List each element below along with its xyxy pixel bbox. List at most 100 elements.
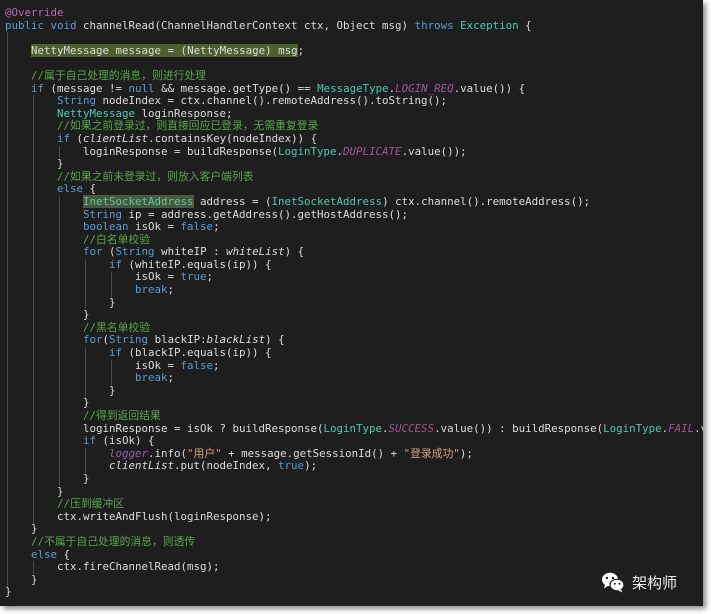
highlighted-token: NettyMessage <box>187 43 266 57</box>
keyword-token: throws <box>414 18 454 32</box>
code-token: ) ctx.channel().remoteAddress(); <box>382 194 591 208</box>
field-token: clientList <box>83 131 149 145</box>
code-line: ctx.writeAndFlush(loginResponse); <box>5 509 703 524</box>
keyword-token: String <box>83 207 123 221</box>
code-token: loginResponse = buildResponse( <box>5 144 279 158</box>
comment-token: //属于自己处理的消息，则进行处理 <box>31 68 206 82</box>
highlighted-type-token: InetSocketAddress <box>83 194 194 208</box>
code-token: .value()) : buildResponse( <box>434 421 604 435</box>
type-token: NettyMessage <box>57 106 136 120</box>
constant-token: FAIL <box>668 421 695 435</box>
code-token: .value()); <box>401 144 467 158</box>
code-token: ctx.writeAndFlush(loginResponse); <box>5 509 272 523</box>
code-token: (isOk) { <box>96 434 155 448</box>
code-token: .put(nodeIndex, <box>174 459 279 473</box>
keyword-token: void <box>50 18 77 32</box>
comment-token: //黑名单校验 <box>83 320 151 334</box>
code-token: (blackIP.equals(ip)) { <box>122 346 272 360</box>
field-token: blackList <box>206 333 266 347</box>
code-token: .info( <box>148 446 188 460</box>
code-line: } <box>5 586 703 599</box>
keyword-token: String <box>57 94 97 108</box>
code-token: } <box>5 585 12 599</box>
code-line: } <box>5 384 703 398</box>
code-line: } <box>5 471 703 486</box>
keyword-token: for <box>83 245 103 259</box>
type-token: LoginType <box>603 421 662 435</box>
code-token: whiteIP : <box>154 245 227 259</box>
code-token: ctx.fireChannelRead(msg); <box>5 560 220 574</box>
keyword-token: false <box>180 358 214 372</box>
keyword-token: if <box>109 346 123 360</box>
keyword-token: else <box>31 547 58 561</box>
keyword-token: if <box>57 131 71 145</box>
comment-token: //压到缓冲区 <box>57 497 125 511</box>
code-token: address = ( <box>193 194 272 208</box>
code-line: public void channelRead(ChannelHandlerCo… <box>5 18 703 33</box>
field-token: clientList <box>109 459 175 473</box>
keyword-token: break <box>135 371 168 385</box>
type-token: MessageType <box>317 81 389 95</box>
code-token: { <box>83 182 97 196</box>
code-token: ( <box>70 131 84 145</box>
code-token: { <box>57 547 71 561</box>
code-token: loginResponse; <box>135 106 233 120</box>
code-token: .value()) { <box>453 81 526 95</box>
code-token: blackIP: <box>148 333 207 347</box>
comment-token: //不属于自己处理的消息，则透传 <box>31 534 196 548</box>
constant-token: SUCCESS <box>388 421 435 435</box>
code-token: ; <box>213 358 220 372</box>
code-token: { <box>518 18 532 32</box>
code-token: isOk = <box>5 270 181 284</box>
code-token: channelRead(ChannelHandlerContext ctx, O… <box>76 18 415 32</box>
comment-token: //白名单校验 <box>83 232 151 246</box>
code-line: NettyMessage message = (NettyMessage) ms… <box>5 43 703 58</box>
code-token: ) { <box>265 333 285 347</box>
code-token: ip = address.getAddress().getHostAddress… <box>122 207 409 221</box>
code-line: clientList.put(nodeIndex, true); <box>5 460 703 473</box>
string-token: "登录成功" <box>403 446 460 460</box>
type-token: LoginType <box>323 421 383 435</box>
code-token: (whiteIP.equals(ip)) { <box>122 257 272 271</box>
keyword-token: true <box>180 270 207 284</box>
code-token: ); <box>459 446 473 460</box>
logger-token: logger <box>109 446 149 460</box>
keyword-token: if <box>109 257 123 271</box>
code-token: loginResponse = isOk ? buildResponse( <box>5 421 324 435</box>
code-token: ( <box>102 245 116 259</box>
highlighted-token: message = <box>109 43 181 57</box>
constant-token: DUPLICATE <box>343 144 402 158</box>
code-line: } <box>5 296 703 310</box>
code-token: ; <box>206 270 214 284</box>
keyword-token: String <box>115 245 155 259</box>
code-token: } <box>5 471 90 485</box>
code-block[interactable]: @Override public void channelRead(Channel… <box>5 6 703 599</box>
code-token: ; <box>213 220 220 234</box>
watermark-text: 架构师 <box>632 573 678 592</box>
field-token: whiteList <box>226 245 285 259</box>
code-line: //如果之前未登录过，则放入客户端列表 <box>5 170 703 184</box>
code-token: nodeIndex = ctx.channel().remoteAddress(… <box>96 94 448 108</box>
code-token: isOk = <box>5 358 181 372</box>
code-token: (message != <box>44 81 129 95</box>
